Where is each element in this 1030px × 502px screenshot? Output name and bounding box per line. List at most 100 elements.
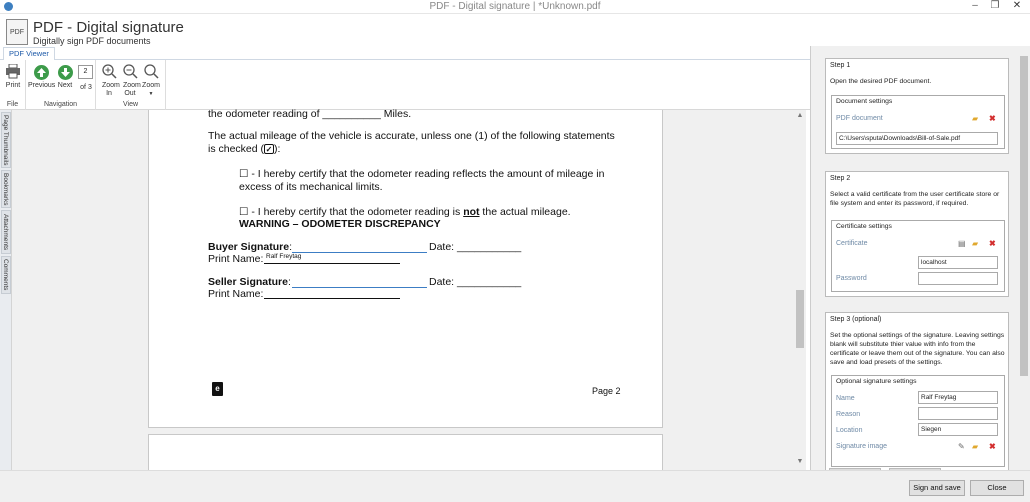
zoom-icon <box>143 64 159 79</box>
printer-icon <box>6 63 20 79</box>
seller-signature-field[interactable] <box>292 287 427 288</box>
navigation-group-label: Navigation <box>43 101 78 108</box>
close-window-icon[interactable]: ✕ <box>1010 0 1024 12</box>
viewer-scroll-thumb[interactable] <box>796 290 804 348</box>
certificate-field[interactable]: localhost <box>918 256 998 269</box>
zoom-button[interactable]: Zoom ▼ <box>142 64 160 98</box>
location-field[interactable]: Siegen <box>918 423 998 436</box>
tab-comments[interactable]: Comments <box>1 256 11 294</box>
page-number-label: Page 2 <box>592 386 621 396</box>
side-panel-tabs: Page Thumbnails Bookmarks Attachments Co… <box>0 110 12 502</box>
buyer-date: Date: ___________ <box>429 241 522 253</box>
seller-print-name-label: Print Name: <box>208 288 264 300</box>
ribbon-tabs: PDF Viewer <box>0 46 810 61</box>
tab-page-thumbnails[interactable]: Page Thumbnails <box>1 112 11 168</box>
buyer-print-name-label: Print Name: <box>208 253 264 265</box>
edit-icon[interactable]: ✎ <box>958 442 965 451</box>
ribbon-group-view: Zoom In Zoom Out Zoom ▼ View <box>96 60 166 110</box>
zoom-out-button[interactable]: Zoom Out <box>121 64 141 98</box>
doc-line: the odometer reading of __________ Miles… <box>208 108 412 120</box>
ribbon: Print File Previous Next 2 of 3 Navigati… <box>0 60 810 110</box>
step-1-desc: Open the desired PDF document. <box>830 78 932 85</box>
reason-label: Reason <box>836 411 861 418</box>
page-number-input[interactable]: 2 <box>78 65 93 79</box>
doc-warning: WARNING – ODOMETER DISCREPANCY <box>239 218 441 230</box>
name-label: Name <box>836 395 855 402</box>
minimize-icon[interactable]: – <box>968 0 982 12</box>
close-button[interactable]: Close <box>970 480 1024 496</box>
app-title: PDF - Digital signature <box>33 19 184 36</box>
restore-icon[interactable]: ❐ <box>988 0 1002 12</box>
clear-icon[interactable]: ✖ <box>989 114 996 123</box>
zoom-in-button[interactable]: Zoom In <box>100 64 120 98</box>
zoom-in-icon <box>101 64 117 79</box>
sign-and-save-button[interactable]: Sign and save <box>909 480 965 496</box>
pdf-next-page <box>148 434 663 470</box>
pdf-path-field[interactable]: C:\Users\sputa\Downloads\Bill-of-Sale.pd… <box>836 132 998 145</box>
pdf-document-icon: PDF <box>6 19 28 45</box>
window-titlebar: PDF - Digital signature | *Unknown.pdf –… <box>0 0 1030 14</box>
scroll-down-icon[interactable]: ▼ <box>794 458 806 465</box>
pdf-viewer[interactable]: the odometer reading of __________ Miles… <box>12 108 794 470</box>
ribbon-group-file: Print File <box>0 60 26 110</box>
optional-signature-settings: Optional signature settings Name Ralf Fr… <box>831 375 1005 467</box>
app-header: PDF PDF - Digital signature Digitally si… <box>0 15 1030 46</box>
zoom-label: Zoom <box>142 82 160 89</box>
buyer-signature-field[interactable] <box>292 252 427 253</box>
optional-settings-title: Optional signature settings <box>836 378 917 385</box>
open-folder-icon[interactable]: ▰ <box>972 239 978 248</box>
seller-print-name-line <box>264 298 400 299</box>
pdf-page: the odometer reading of __________ Miles… <box>148 108 663 428</box>
arrow-down-icon <box>57 65 73 80</box>
step-1: Step 1 Open the desired PDF document. Do… <box>825 58 1009 154</box>
doc-line: The actual mileage of the vehicle is acc… <box>208 130 615 142</box>
next-label: Next <box>57 82 73 89</box>
reason-field[interactable] <box>918 407 998 420</box>
file-group-label: File <box>6 101 19 108</box>
clear-icon[interactable]: ✖ <box>989 239 996 248</box>
password-label: Password <box>836 275 867 282</box>
doc-line: ☐ - I hereby certify that the odometer r… <box>239 206 571 218</box>
next-button[interactable]: Next <box>55 65 75 90</box>
print-label: Print <box>5 82 21 89</box>
doc-line: is checked (✓): <box>208 143 281 155</box>
zoom-out-label: Zoom Out <box>123 82 141 97</box>
panel-scrollbar[interactable] <box>1018 46 1030 470</box>
doc-line: excess of its mechanical limits. <box>239 181 383 193</box>
chevron-down-icon: ▼ <box>148 91 154 97</box>
certificate-settings-title: Certificate settings <box>836 223 892 230</box>
seller-signature-line: Seller Signature: <box>208 276 291 288</box>
document-settings-title: Document settings <box>836 98 893 105</box>
password-field[interactable] <box>918 272 998 285</box>
buyer-print-name-line <box>264 263 400 264</box>
page-total: of 3 <box>80 84 92 91</box>
open-folder-icon[interactable]: ▰ <box>972 114 978 123</box>
step-3-title: Step 3 (optional) <box>830 316 882 323</box>
open-folder-icon[interactable]: ▰ <box>972 442 978 451</box>
zoom-out-icon <box>122 64 138 79</box>
certificate-store-icon[interactable]: ▤ <box>958 239 966 248</box>
viewer-scrollbar[interactable]: ▲ ▼ <box>794 110 806 470</box>
tab-pdf-viewer[interactable]: PDF Viewer <box>3 47 55 61</box>
tab-bookmarks[interactable]: Bookmarks <box>1 170 11 208</box>
print-button[interactable]: Print <box>3 63 23 90</box>
previous-button[interactable]: Previous <box>28 65 56 90</box>
previous-label: Previous <box>28 82 56 89</box>
panel-scroll-thumb[interactable] <box>1020 56 1028 376</box>
scroll-up-icon[interactable]: ▲ <box>794 112 806 119</box>
seller-date: Date: ___________ <box>429 276 522 288</box>
certificate-label: Certificate <box>836 240 868 247</box>
footer-bar <box>0 470 1030 502</box>
step-3-desc: Set the optional settings of the signatu… <box>830 332 1005 366</box>
window-title: PDF - Digital signature | *Unknown.pdf <box>429 1 601 12</box>
clear-icon[interactable]: ✖ <box>989 442 996 451</box>
tab-attachments[interactable]: Attachments <box>1 210 11 254</box>
step-2-desc: Select a valid certificate from the user… <box>830 191 1000 207</box>
buyer-print-name-value: Ralf Freytag <box>266 253 302 260</box>
location-label: Location <box>836 427 863 434</box>
zoom-in-label: Zoom In <box>102 82 120 97</box>
doc-line: ☐ - I hereby certify that the odometer r… <box>239 168 605 180</box>
step-2: Step 2 Select a valid certificate from t… <box>825 171 1009 297</box>
esign-logo-icon: e <box>212 382 223 396</box>
name-field[interactable]: Ralf Freytag <box>918 391 998 404</box>
